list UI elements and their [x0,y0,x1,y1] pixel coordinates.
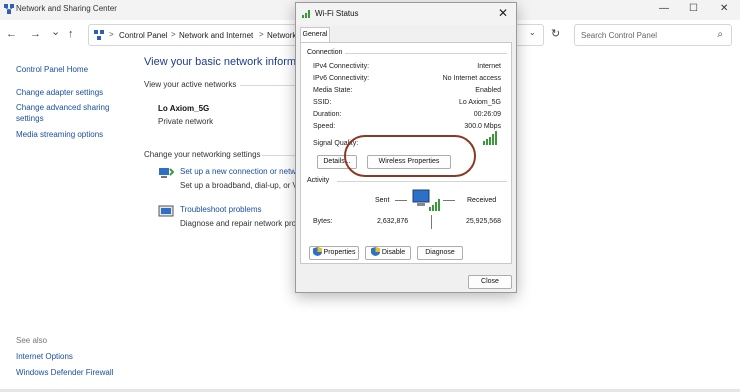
disable-button[interactable]: Disable [365,246,411,260]
refresh-button[interactable]: ↻ [551,27,560,40]
networking-settings-label: Change your networking settings [144,150,261,159]
window-title: Network and Sharing Center [16,4,117,13]
setup-connection-link[interactable]: Set up a new connection or netw [180,167,296,176]
sidebar-item-media-streaming[interactable]: Media streaming options [16,130,103,139]
breadcrumb-separator: > [171,30,176,39]
sidebar-item-advanced-sharing[interactable]: Change advanced sharing [16,103,109,112]
properties-button[interactable]: Properties [309,246,359,260]
speed-value: 300.0 Mbps [464,123,501,130]
duration-value: 00:26:09 [473,111,501,118]
group-divider [345,53,507,54]
sent-label: Sent [375,197,390,204]
breadcrumb-separator: > [259,30,264,39]
speed-label: Speed: [313,123,336,130]
troubleshoot-icon [158,205,174,217]
activity-group-label: Activity [307,177,330,184]
close-button[interactable]: Close [468,275,512,289]
network-type: Private network [158,117,214,126]
sidebar-item-home[interactable]: Control Panel Home [16,65,88,74]
wifi-icon [302,10,310,18]
connection-group-label: Connection [307,49,343,56]
tab-general[interactable]: General [300,27,330,43]
received-label: Received [467,197,497,204]
duration-label: Duration: [313,111,342,118]
breadcrumb-network[interactable]: Network [267,31,296,40]
bytes-divider [431,215,432,229]
bytes-received-value: 25,925,568 [465,218,501,225]
close-window-button[interactable]: ✕ [720,3,728,14]
forward-button[interactable]: → [30,28,41,40]
ipv6-value: No Internet access [442,75,501,82]
troubleshoot-link[interactable]: Troubleshoot problems [180,205,262,214]
recent-dropdown-button[interactable]: ⌄ [51,25,60,38]
control-panel-icon [94,30,104,40]
new-connection-icon [159,168,174,178]
breadcrumb-separator: > [109,30,114,39]
disable-button-label: Disable [381,249,406,256]
minimize-button[interactable]: — [659,3,669,14]
sent-line [395,200,407,201]
bytes-label: Bytes: [313,218,333,225]
ipv4-value: Internet [477,63,501,70]
search-placeholder: Search Control Panel [581,31,658,40]
dialog-title: Wi-Fi Status [315,9,359,18]
setup-connection-desc: Set up a broadband, dial-up, or V [180,181,298,190]
uac-shield-icon [312,247,322,256]
dialog-title-bar: Wi-Fi Status ✕ [296,3,516,25]
uac-shield-icon [370,247,380,256]
search-box[interactable]: Search Control Panel ⌕ [574,24,732,46]
see-also-label: See also [16,336,48,345]
bytes-sent-value: 2,632,876 [377,218,409,225]
page-heading: View your basic network informa [144,56,303,68]
troubleshoot-desc: Diagnose and repair network pro [180,219,297,228]
ssid-value: Lo Axiom_5G [458,99,501,106]
ipv6-label: IPv6 Connectivity: [313,75,370,82]
ipv4-label: IPv4 Connectivity: [313,63,370,70]
highlight-ring [344,135,476,177]
sidebar-item-firewall[interactable]: Windows Defender Firewall [16,368,113,377]
sidebar-item-advanced-sharing-cont[interactable]: settings [16,114,44,123]
received-line [443,200,455,201]
network-name: Lo Axiom_5G [158,104,210,113]
network-activity-icon [412,189,440,211]
up-button[interactable]: ↑ [68,28,74,40]
diagnose-button[interactable]: Diagnose [417,246,463,260]
address-dropdown-button[interactable]: ⌄ [529,28,536,37]
signal-strength-icon [483,131,497,145]
properties-button-label: Properties [323,249,356,256]
media-state-label: Media State: [313,87,353,94]
group-divider [337,181,507,182]
media-state-value: Enabled [475,87,501,94]
ssid-label: SSID: [313,99,332,106]
dialog-close-icon[interactable]: ✕ [498,6,508,20]
search-icon[interactable]: ⌕ [717,29,723,40]
maximize-button[interactable]: ☐ [689,3,698,14]
breadcrumb-network-internet[interactable]: Network and Internet [179,31,253,40]
active-networks-label: View your active networks [144,80,237,89]
network-center-icon [4,4,14,14]
sidebar-item-adapter-settings[interactable]: Change adapter settings [16,88,103,97]
section-divider [240,85,296,86]
sidebar-item-internet-options[interactable]: Internet Options [16,352,73,361]
back-button[interactable]: ← [6,28,17,40]
section-divider [262,155,296,156]
breadcrumb-control-panel[interactable]: Control Panel [119,31,167,40]
